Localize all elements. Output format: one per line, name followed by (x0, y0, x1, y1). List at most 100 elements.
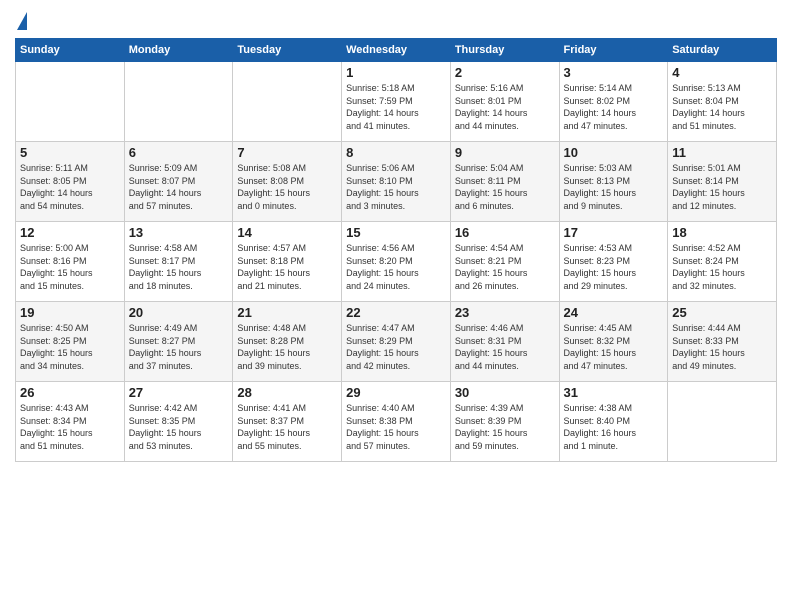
calendar-cell: 24 Sunrise: 4:45 AM Sunset: 8:32 PM Dayli… (559, 302, 668, 382)
day-info: Sunrise: 4:56 AM Sunset: 8:20 PM Dayligh… (346, 242, 446, 292)
day-info: Sunrise: 4:52 AM Sunset: 8:24 PM Dayligh… (672, 242, 772, 292)
header-day-sunday: Sunday (16, 39, 125, 62)
calendar-cell: 31 Sunrise: 4:38 AM Sunset: 8:40 PM Dayli… (559, 382, 668, 462)
calendar-cell: 25Sunrise: 4:44 AM Sunset: 8:33 PM Dayli… (668, 302, 777, 382)
calendar-cell: 22 Sunrise: 4:47 AM Sunset: 8:29 PM Dayli… (342, 302, 451, 382)
calendar-cell: 26 Sunrise: 4:43 AM Sunset: 8:34 PM Dayli… (16, 382, 125, 462)
day-number: 25 (672, 305, 772, 320)
day-number: 11 (672, 145, 772, 160)
day-info: Sunrise: 4:42 AM Sunset: 8:35 PM Dayligh… (129, 402, 229, 452)
calendar-cell: 6 Sunrise: 5:09 AM Sunset: 8:07 PM Daylig… (124, 142, 233, 222)
day-info: Sunrise: 4:46 AM Sunset: 8:31 PM Dayligh… (455, 322, 555, 372)
day-info: Sunrise: 4:45 AM Sunset: 8:32 PM Dayligh… (564, 322, 664, 372)
week-row-2: 12 Sunrise: 5:00 AM Sunset: 8:16 PM Dayli… (16, 222, 777, 302)
day-info: Sunrise: 5:16 AM Sunset: 8:01 PM Dayligh… (455, 82, 555, 132)
day-number: 19 (20, 305, 120, 320)
header-day-friday: Friday (559, 39, 668, 62)
calendar-cell (124, 62, 233, 142)
day-number: 24 (564, 305, 664, 320)
calendar-cell: 10 Sunrise: 5:03 AM Sunset: 8:13 PM Dayli… (559, 142, 668, 222)
calendar-cell: 13 Sunrise: 4:58 AM Sunset: 8:17 PM Dayli… (124, 222, 233, 302)
day-number: 22 (346, 305, 446, 320)
calendar-cell: 19Sunrise: 4:50 AM Sunset: 8:25 PM Dayli… (16, 302, 125, 382)
header-day-thursday: Thursday (450, 39, 559, 62)
day-info: Sunrise: 4:38 AM Sunset: 8:40 PM Dayligh… (564, 402, 664, 452)
calendar-cell: 9 Sunrise: 5:04 AM Sunset: 8:11 PM Daylig… (450, 142, 559, 222)
day-number: 10 (564, 145, 664, 160)
week-row-3: 19Sunrise: 4:50 AM Sunset: 8:25 PM Dayli… (16, 302, 777, 382)
day-number: 13 (129, 225, 229, 240)
day-info: Sunrise: 4:54 AM Sunset: 8:21 PM Dayligh… (455, 242, 555, 292)
calendar-cell: 23 Sunrise: 4:46 AM Sunset: 8:31 PM Dayli… (450, 302, 559, 382)
calendar-cell (233, 62, 342, 142)
week-row-1: 5 Sunrise: 5:11 AM Sunset: 8:05 PM Daylig… (16, 142, 777, 222)
day-number: 9 (455, 145, 555, 160)
day-number: 8 (346, 145, 446, 160)
calendar-cell: 1 Sunrise: 5:18 AM Sunset: 7:59 PM Daylig… (342, 62, 451, 142)
day-number: 4 (672, 65, 772, 80)
calendar-table: SundayMondayTuesdayWednesdayThursdayFrid… (15, 38, 777, 462)
day-number: 7 (237, 145, 337, 160)
day-number: 3 (564, 65, 664, 80)
day-info: Sunrise: 4:58 AM Sunset: 8:17 PM Dayligh… (129, 242, 229, 292)
calendar-cell: 7Sunrise: 5:08 AM Sunset: 8:08 PM Daylig… (233, 142, 342, 222)
day-info: Sunrise: 5:13 AM Sunset: 8:04 PM Dayligh… (672, 82, 772, 132)
calendar-cell: 4 Sunrise: 5:13 AM Sunset: 8:04 PM Daylig… (668, 62, 777, 142)
day-number: 6 (129, 145, 229, 160)
header-day-saturday: Saturday (668, 39, 777, 62)
day-number: 20 (129, 305, 229, 320)
page: SundayMondayTuesdayWednesdayThursdayFrid… (0, 0, 792, 612)
header (15, 10, 777, 30)
calendar-cell: 21 Sunrise: 4:48 AM Sunset: 8:28 PM Dayli… (233, 302, 342, 382)
calendar-cell: 17Sunrise: 4:53 AM Sunset: 8:23 PM Dayli… (559, 222, 668, 302)
calendar-cell: 28Sunrise: 4:41 AM Sunset: 8:37 PM Dayli… (233, 382, 342, 462)
day-number: 14 (237, 225, 337, 240)
day-info: Sunrise: 4:43 AM Sunset: 8:34 PM Dayligh… (20, 402, 120, 452)
day-number: 17 (564, 225, 664, 240)
header-row: SundayMondayTuesdayWednesdayThursdayFrid… (16, 39, 777, 62)
calendar-cell (16, 62, 125, 142)
day-info: Sunrise: 5:11 AM Sunset: 8:05 PM Dayligh… (20, 162, 120, 212)
day-number: 1 (346, 65, 446, 80)
calendar-cell: 29 Sunrise: 4:40 AM Sunset: 8:38 PM Dayli… (342, 382, 451, 462)
calendar-cell: 8Sunrise: 5:06 AM Sunset: 8:10 PM Daylig… (342, 142, 451, 222)
calendar-body: 1 Sunrise: 5:18 AM Sunset: 7:59 PM Daylig… (16, 62, 777, 462)
day-info: Sunrise: 5:14 AM Sunset: 8:02 PM Dayligh… (564, 82, 664, 132)
day-number: 31 (564, 385, 664, 400)
calendar-cell: 18 Sunrise: 4:52 AM Sunset: 8:24 PM Dayli… (668, 222, 777, 302)
calendar-cell: 12 Sunrise: 5:00 AM Sunset: 8:16 PM Dayli… (16, 222, 125, 302)
day-info: Sunrise: 5:03 AM Sunset: 8:13 PM Dayligh… (564, 162, 664, 212)
day-number: 18 (672, 225, 772, 240)
calendar-cell: 15 Sunrise: 4:56 AM Sunset: 8:20 PM Dayli… (342, 222, 451, 302)
day-info: Sunrise: 4:48 AM Sunset: 8:28 PM Dayligh… (237, 322, 337, 372)
day-info: Sunrise: 5:09 AM Sunset: 8:07 PM Dayligh… (129, 162, 229, 212)
day-info: Sunrise: 5:18 AM Sunset: 7:59 PM Dayligh… (346, 82, 446, 132)
day-number: 5 (20, 145, 120, 160)
day-number: 23 (455, 305, 555, 320)
day-info: Sunrise: 4:47 AM Sunset: 8:29 PM Dayligh… (346, 322, 446, 372)
day-info: Sunrise: 4:40 AM Sunset: 8:38 PM Dayligh… (346, 402, 446, 452)
day-info: Sunrise: 4:39 AM Sunset: 8:39 PM Dayligh… (455, 402, 555, 452)
week-row-4: 26 Sunrise: 4:43 AM Sunset: 8:34 PM Dayli… (16, 382, 777, 462)
calendar-cell: 16 Sunrise: 4:54 AM Sunset: 8:21 PM Dayli… (450, 222, 559, 302)
day-number: 15 (346, 225, 446, 240)
calendar-cell (668, 382, 777, 462)
header-day-wednesday: Wednesday (342, 39, 451, 62)
logo-triangle-icon (17, 12, 27, 30)
calendar-cell: 2Sunrise: 5:16 AM Sunset: 8:01 PM Daylig… (450, 62, 559, 142)
day-number: 26 (20, 385, 120, 400)
day-info: Sunrise: 5:04 AM Sunset: 8:11 PM Dayligh… (455, 162, 555, 212)
day-info: Sunrise: 5:00 AM Sunset: 8:16 PM Dayligh… (20, 242, 120, 292)
day-info: Sunrise: 4:41 AM Sunset: 8:37 PM Dayligh… (237, 402, 337, 452)
calendar-cell: 14Sunrise: 4:57 AM Sunset: 8:18 PM Dayli… (233, 222, 342, 302)
day-number: 27 (129, 385, 229, 400)
calendar-cell: 11 Sunrise: 5:01 AM Sunset: 8:14 PM Dayli… (668, 142, 777, 222)
header-day-tuesday: Tuesday (233, 39, 342, 62)
day-number: 30 (455, 385, 555, 400)
day-number: 16 (455, 225, 555, 240)
day-number: 12 (20, 225, 120, 240)
day-info: Sunrise: 5:01 AM Sunset: 8:14 PM Dayligh… (672, 162, 772, 212)
day-number: 21 (237, 305, 337, 320)
calendar-cell: 3 Sunrise: 5:14 AM Sunset: 8:02 PM Daylig… (559, 62, 668, 142)
day-number: 29 (346, 385, 446, 400)
